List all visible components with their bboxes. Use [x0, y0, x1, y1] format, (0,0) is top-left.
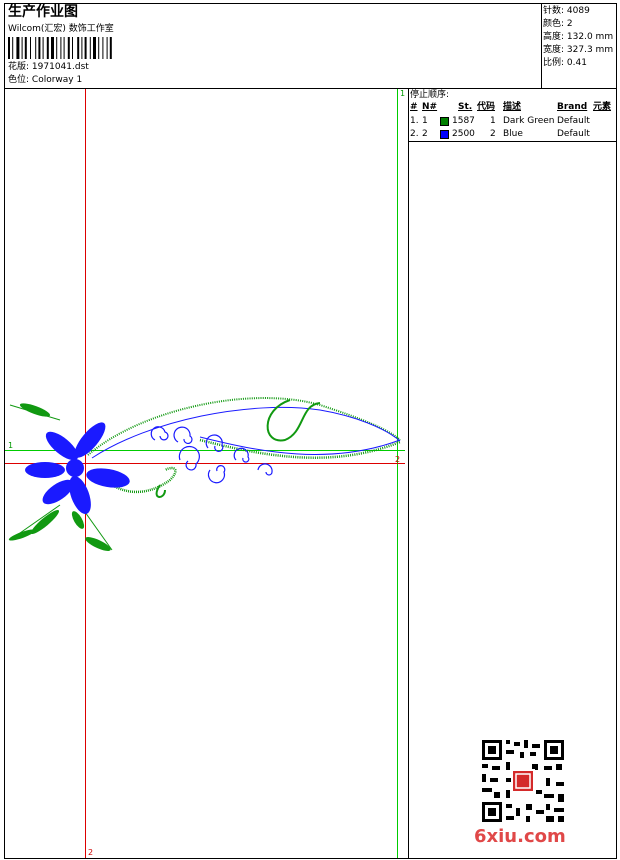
- guide-mark-top: 1: [400, 89, 406, 98]
- stat-stitches: 针数: 4089: [543, 6, 590, 16]
- col-brand: Brand: [557, 102, 588, 112]
- watermark: 6xiu.com: [474, 826, 566, 847]
- col-hash: #: [410, 102, 418, 112]
- col-desc: 描述: [503, 102, 522, 112]
- stat-colors: 颜色: 2: [543, 19, 573, 29]
- page-title: 生产作业图: [8, 4, 78, 20]
- barcode: [8, 37, 112, 59]
- blue-scrolls: [150, 426, 273, 484]
- design-file: 1971041.dst: [31, 62, 89, 72]
- colorway-row: 色位: Colorway 1: [8, 75, 82, 86]
- blue-flower: [25, 422, 130, 515]
- panel-divider: [408, 141, 617, 142]
- col-n: N#: [422, 102, 438, 112]
- colorway-value: Colorway 1: [31, 75, 83, 85]
- design-row: 花版: 1971041.dst: [8, 62, 89, 73]
- stop-sequence-title: 停止顺序:: [410, 90, 450, 100]
- stat-width: 宽度: 327.3 mm: [543, 45, 614, 55]
- embroidery-design: [8, 397, 401, 551]
- green-curl: [155, 484, 166, 498]
- col-st: St.: [458, 102, 473, 112]
- color-swatch-green: [440, 117, 449, 126]
- stat-scale: 比例: 0.41: [543, 58, 587, 68]
- stat-height: 高度: 132.0 mm: [543, 32, 614, 42]
- guide-mark-bottom: 2: [88, 848, 94, 857]
- col-code: 代码: [477, 102, 496, 112]
- company-name: Wilcom(汇宏) 数饰工作室: [8, 24, 114, 34]
- color-swatch-blue: [440, 130, 449, 139]
- col-element: 元素: [593, 102, 612, 112]
- qr-code-image: [480, 738, 566, 824]
- green-loop: [266, 399, 321, 442]
- design-label: 花版:: [8, 62, 30, 72]
- colorway-label: 色位:: [8, 75, 30, 85]
